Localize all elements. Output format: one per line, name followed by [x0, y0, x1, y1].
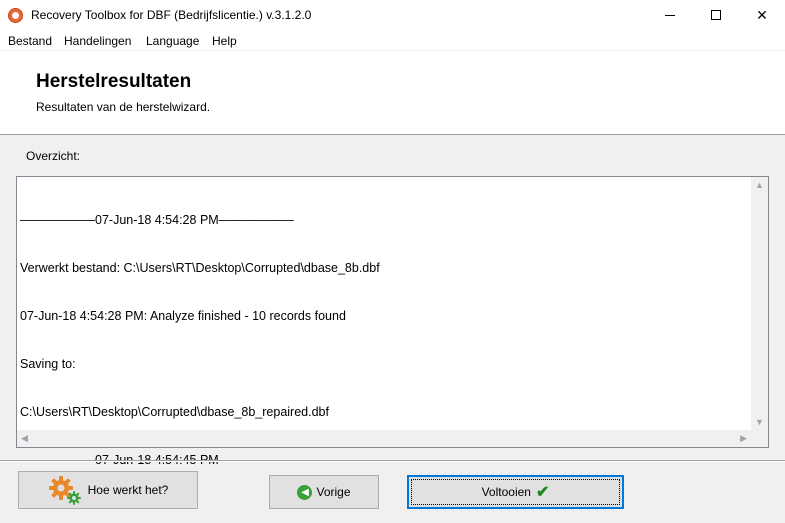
app-logo-icon — [8, 8, 23, 23]
vertical-scrollbar[interactable]: ▲ ▼ — [751, 177, 768, 430]
page-title: Herstelresultaten — [36, 71, 192, 92]
scrollbar-corner — [751, 430, 768, 447]
maximize-button[interactable] — [693, 0, 739, 30]
help-button[interactable]: Hoe werkt het? — [18, 471, 198, 509]
minimize-icon — [665, 14, 675, 16]
log-line: Saving to: — [20, 357, 76, 371]
close-button[interactable]: ✕ — [739, 0, 785, 30]
footer-divider — [0, 460, 785, 462]
page-subtitle: Resultaten van de herstelwizard. — [36, 100, 211, 114]
back-button[interactable]: ◀ Vorige — [269, 475, 379, 509]
close-icon: ✕ — [756, 6, 768, 23]
finish-button[interactable]: Voltooien ✔ — [407, 475, 624, 509]
finish-button-label: Voltooien — [481, 485, 531, 499]
menu-language[interactable]: Language — [146, 34, 199, 48]
title-bar: Recovery Toolbox for DBF (Bedrijfslicent… — [0, 0, 785, 30]
gears-icon — [48, 476, 81, 505]
checkmark-icon: ✔ — [535, 484, 550, 501]
log-line: 07-Jun-18 4:54:28 PM: Analyze finished -… — [20, 309, 346, 323]
maximize-icon — [711, 10, 721, 20]
scroll-up-icon[interactable]: ▲ — [755, 180, 764, 190]
log-line: ——————07-Jun-18 4:54:28 PM—————— — [20, 213, 294, 227]
scroll-down-icon[interactable]: ▼ — [755, 417, 764, 427]
horizontal-scrollbar[interactable]: ◀ ▶ — [17, 430, 751, 447]
menu-handelingen[interactable]: Handelingen — [64, 34, 131, 48]
minimize-button[interactable] — [647, 0, 693, 30]
overview-label: Overzicht: — [26, 149, 81, 163]
menu-help[interactable]: Help — [212, 34, 237, 48]
log-lines: ——————07-Jun-18 4:54:28 PM—————— Verwerk… — [20, 180, 750, 500]
arrow-left-icon: ◀ — [297, 484, 313, 500]
window-title: Recovery Toolbox for DBF (Bedrijfslicent… — [31, 8, 312, 22]
scroll-right-icon[interactable]: ▶ — [740, 433, 747, 444]
scroll-left-icon[interactable]: ◀ — [21, 433, 28, 444]
wizard-header: Herstelresultaten Resultaten van de hers… — [0, 51, 785, 135]
menu-bar: Bestand Handelingen Language Help — [0, 30, 785, 51]
log-line: C:\Users\RT\Desktop\Corrupted\dbase_8b_r… — [20, 405, 329, 419]
back-button-label: Vorige — [316, 485, 351, 499]
log-line: Verwerkt bestand: C:\Users\RT\Desktop\Co… — [20, 261, 380, 275]
log-output-textarea[interactable]: ——————07-Jun-18 4:54:28 PM—————— Verwerk… — [16, 176, 769, 467]
menu-bestand[interactable]: Bestand — [8, 34, 52, 48]
help-button-label: Hoe werkt het? — [87, 483, 169, 497]
